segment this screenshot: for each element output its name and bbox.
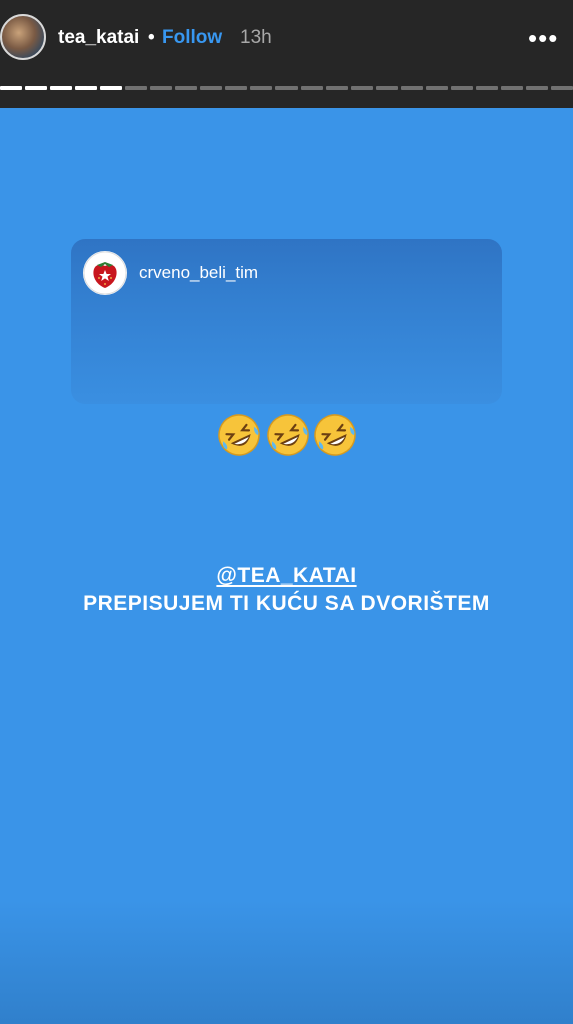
shared-post-username[interactable]: crveno_beli_tim <box>139 263 258 283</box>
mention-link[interactable]: @TEA_KATAI <box>216 564 356 587</box>
progress-segment <box>400 86 423 90</box>
progress-segment <box>550 86 573 90</box>
progress-segment <box>525 86 548 90</box>
user-avatar[interactable] <box>0 14 46 60</box>
progress-segment <box>200 86 223 90</box>
strawberry-logo-icon[interactable] <box>83 251 127 295</box>
more-options-icon[interactable]: ••• <box>528 24 564 52</box>
progress-segment <box>450 86 473 90</box>
story-header: tea_katai • Follow 13h ••• <box>0 0 573 108</box>
progress-segment <box>50 86 73 90</box>
progress-segment <box>0 86 23 90</box>
emoji-group <box>216 412 360 458</box>
progress-segment <box>75 86 98 90</box>
bottom-gradient <box>0 900 573 1024</box>
shared-post-card[interactable]: crveno_beli_tim <box>71 239 502 404</box>
progress-segment <box>100 86 123 90</box>
laughing-emoji-icon <box>314 414 356 456</box>
laughing-emoji-icon <box>218 414 260 456</box>
progress-segment <box>275 86 298 90</box>
progress-segment <box>225 86 248 90</box>
progress-segment <box>375 86 398 90</box>
progress-segment <box>25 86 48 90</box>
separator-dot: • <box>148 27 155 48</box>
progress-segment <box>500 86 523 90</box>
follow-button[interactable]: Follow <box>162 27 222 49</box>
post-time: 13h <box>240 27 272 48</box>
progress-segment <box>250 86 273 90</box>
progress-segment <box>475 86 498 90</box>
progress-segment <box>175 86 198 90</box>
progress-segment <box>350 86 373 90</box>
story-progress-bar <box>0 86 573 90</box>
progress-segment <box>425 86 448 90</box>
progress-segment <box>125 86 148 90</box>
story-caption: PREPISUJEM TI KUĆU SA DVORIŠTEM <box>83 592 490 615</box>
mention-text[interactable]: @TEA_KATAI <box>0 564 573 588</box>
progress-segment <box>150 86 173 90</box>
progress-segment <box>325 86 348 90</box>
laughing-emoji-icon <box>267 414 309 456</box>
username[interactable]: tea_katai <box>58 27 139 49</box>
progress-segment <box>300 86 323 90</box>
